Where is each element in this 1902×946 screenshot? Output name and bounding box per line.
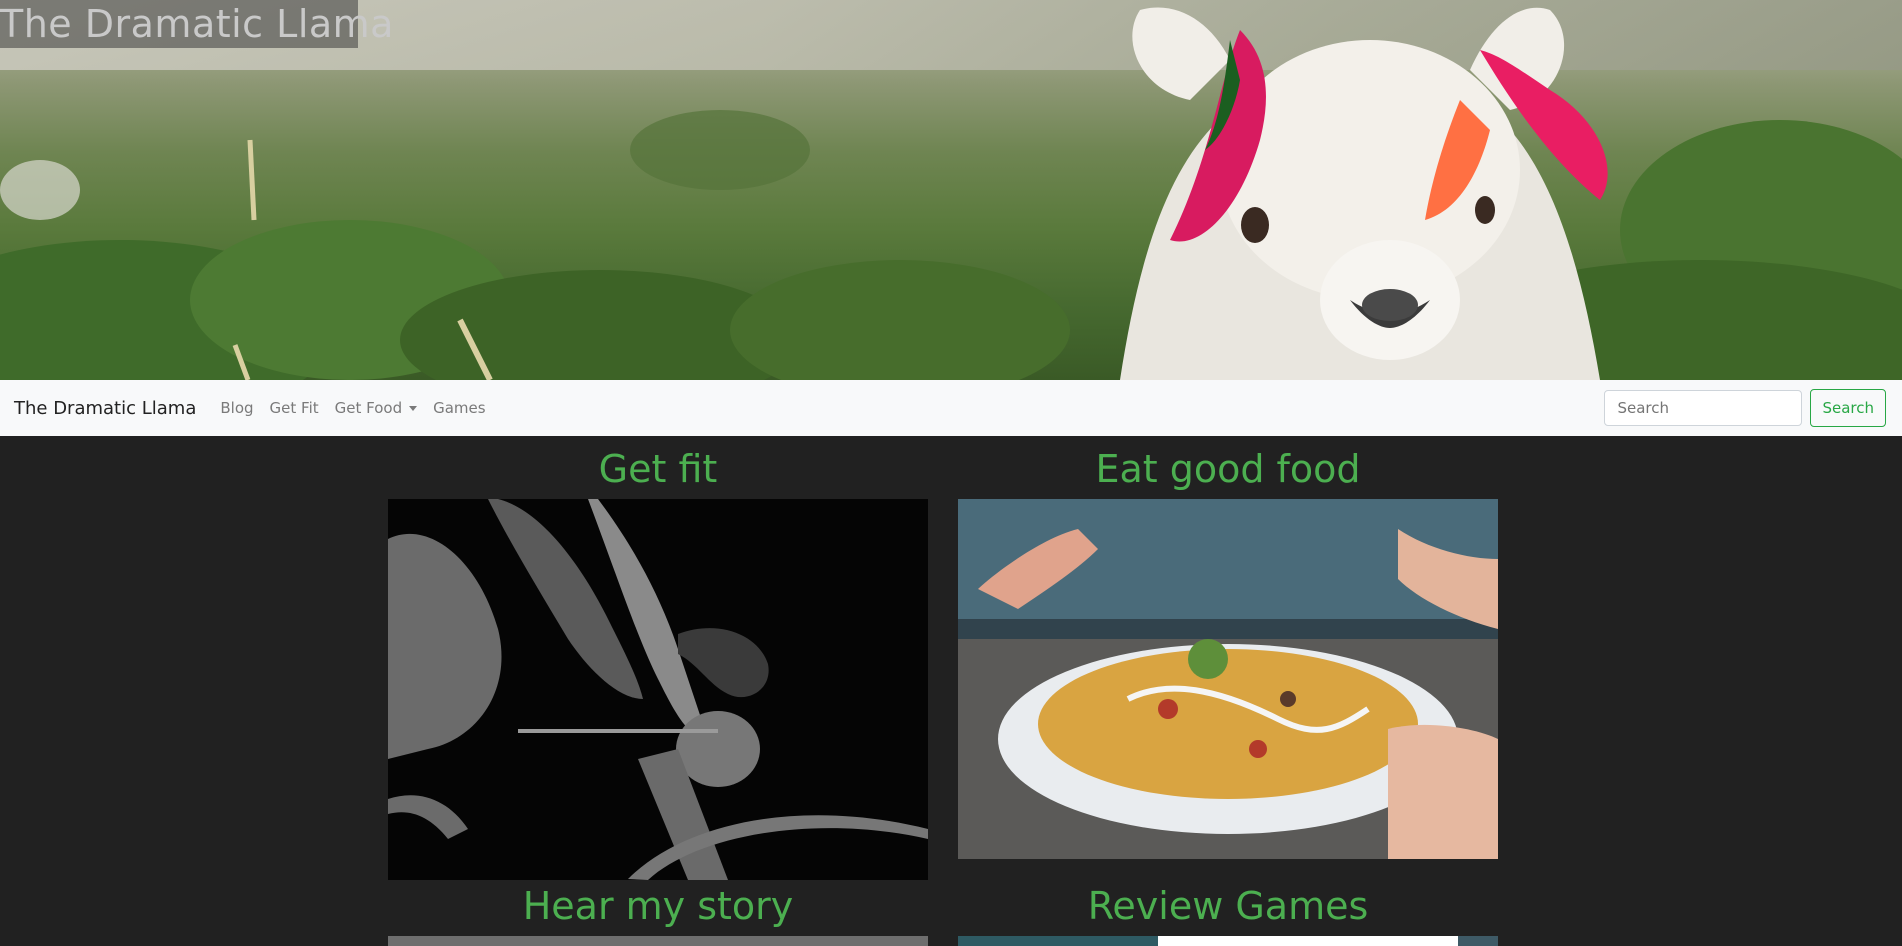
search-input[interactable] [1604,390,1803,426]
llama-image [1120,7,1608,380]
card-title-eat-good-food: Eat good food [1095,447,1361,491]
hero-title: The Dramatic Llama [0,0,394,48]
card-title-hear-my-story: Hear my story [522,884,794,928]
cycling-image[interactable] [388,499,928,880]
nav-link-games[interactable]: Games [433,399,485,417]
nav-dropdown-get-food[interactable]: Get Food [334,399,418,417]
navbar-brand[interactable]: The Dramatic Llama [14,398,196,419]
navbar: The Dramatic Llama Blog Get Fit Get Food… [0,380,1902,436]
games-image[interactable] [958,936,1498,946]
caret-down-icon [409,405,418,411]
card-title-review-games: Review Games [1087,884,1369,928]
story-image[interactable] [388,936,928,946]
nachos-image[interactable] [958,499,1498,859]
nav-link-blog[interactable]: Blog [220,399,253,417]
nav-link-get-fit[interactable]: Get Fit [270,399,319,417]
hero-banner: The Dramatic Llama [0,0,1902,380]
nav-link-get-food-label: Get Food [334,399,403,417]
card-title-get-fit: Get fit [598,447,718,491]
search-button[interactable]: Search [1810,389,1886,427]
